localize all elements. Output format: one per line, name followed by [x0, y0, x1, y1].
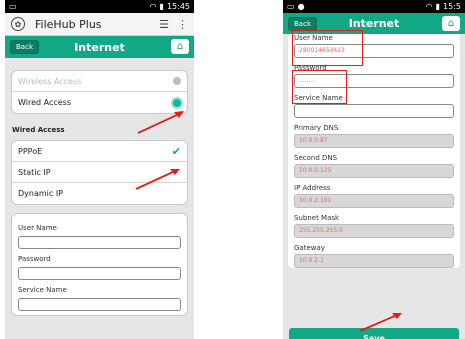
home-icon[interactable]: ⌂	[442, 16, 460, 31]
wired-access-radio[interactable]	[173, 98, 181, 107]
battery-icon: ▮	[159, 1, 164, 11]
password-label: Password	[18, 255, 51, 263]
screenshot-icon: ▭	[287, 1, 295, 11]
app-name: FileHub Plus	[35, 17, 102, 31]
service-name-input[interactable]	[294, 104, 454, 118]
notification-icon: ●	[297, 1, 305, 11]
wired-access-row[interactable]: Wired Access	[12, 92, 187, 113]
status-bar: ▭ ● ◠ ▮ 15:5	[283, 0, 465, 13]
wireless-access-row[interactable]: Wireless Access	[12, 71, 187, 92]
user-name-label: User Name	[18, 224, 57, 232]
user-name-input[interactable]: 280014653423	[294, 44, 454, 58]
back-button[interactable]: Back	[288, 16, 317, 31]
nav-bar: Back Internet ⌂	[283, 13, 465, 34]
password-label: Password	[294, 64, 327, 72]
checkmark-icon: ✔	[171, 144, 181, 158]
list-menu-icon[interactable]: ☰	[159, 18, 169, 31]
overflow-menu-icon[interactable]: ⋮	[177, 18, 188, 31]
static-ip-row[interactable]: Static IP	[12, 162, 187, 183]
second-dns-label: Second DNS	[294, 154, 338, 162]
screenshot-icon: ▭	[9, 1, 17, 11]
battery-icon: ▮	[435, 1, 441, 11]
pppoe-label: PPPoE	[18, 146, 43, 156]
status-bar: ▭ ◠ ▮ 15:45	[5, 0, 194, 13]
gateway-label: Gateway	[294, 244, 325, 252]
ip-address-field: 10.0.2.101	[294, 194, 454, 208]
wireless-access-radio[interactable]	[173, 77, 181, 85]
pppoe-row[interactable]: PPPoE ✔	[12, 141, 187, 162]
right-phone-screen: ▭ ● ◠ ▮ 15:5 Back Internet ⌂ User Name 2…	[283, 0, 465, 339]
wired-access-label: Wired Access	[18, 98, 71, 107]
ip-address-label: IP Address	[294, 184, 331, 192]
app-logo-icon: ✿	[11, 17, 25, 31]
access-group: Wireless Access Wired Access	[11, 70, 188, 114]
second-dns-field: 10.0.0.125	[294, 164, 454, 178]
back-button[interactable]: Back	[10, 40, 39, 54]
subnet-mask-field: 255.255.255.0	[294, 224, 454, 238]
wifi-icon: ◠	[425, 1, 433, 11]
primary-dns-field: 10.0.0.87	[294, 134, 454, 148]
password-input[interactable]: ........	[294, 74, 454, 88]
wireless-access-label: Wireless Access	[18, 76, 82, 86]
static-ip-label: Static IP	[18, 167, 51, 177]
service-name-input[interactable]	[18, 298, 181, 311]
service-name-label: Service Name	[18, 286, 67, 294]
subnet-mask-label: Subnet Mask	[294, 214, 340, 222]
wifi-icon: ◠	[149, 1, 157, 11]
wired-type-group: PPPoE ✔ Static IP Dynamic IP	[11, 140, 188, 205]
user-name-input[interactable]	[18, 236, 181, 249]
dynamic-ip-row[interactable]: Dynamic IP	[12, 183, 187, 204]
status-time: 15:45	[166, 2, 190, 11]
pppoe-form: User Name Password Service Name	[11, 213, 188, 316]
gateway-field: 10.0.2.1	[294, 254, 454, 268]
password-input[interactable]	[18, 267, 181, 280]
dynamic-ip-label: Dynamic IP	[18, 189, 64, 198]
internet-settings-form: User Name 280014653423 Password ........…	[288, 34, 460, 268]
wired-section-label: Wired Access	[12, 126, 65, 134]
user-name-label: User Name	[294, 34, 333, 42]
app-title-bar: ✿ FileHub Plus ☰ ⋮	[5, 13, 194, 36]
nav-bar: Back Internet ⌂	[5, 36, 194, 58]
service-name-label: Service Name	[294, 94, 343, 102]
status-time: 15:5	[443, 2, 461, 11]
home-icon[interactable]: ⌂	[171, 39, 189, 54]
save-button[interactable]: Save	[289, 328, 459, 339]
primary-dns-label: Primary DNS	[294, 124, 339, 132]
left-phone-screen: ▭ ◠ ▮ 15:45 ✿ FileHub Plus ☰ ⋮ Back Inte…	[5, 0, 194, 339]
